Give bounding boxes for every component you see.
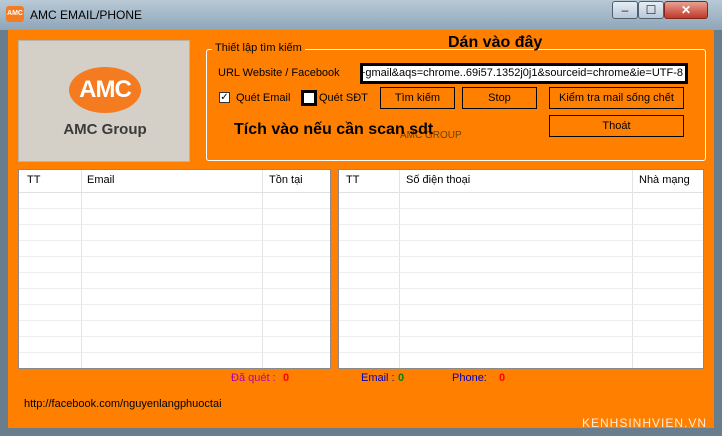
window-title: AMC EMAIL/PHONE <box>30 8 143 22</box>
brand-watermark: KENHSINHVIEN.VN <box>582 416 708 430</box>
stop-button[interactable]: Stop <box>462 87 537 109</box>
close-button[interactable]: ✕ <box>664 1 708 19</box>
phone-table-header: TT Số điện thoại Nhà mạng <box>339 170 703 193</box>
app-icon: AMC <box>6 6 24 22</box>
logo-mark: AMC <box>79 76 132 103</box>
email-col-tt[interactable]: TT <box>27 174 40 186</box>
paste-here-note: Dán vào đây <box>448 34 543 51</box>
logo-text: AMC Group <box>63 121 147 138</box>
email-count-value: 0 <box>398 372 405 384</box>
main-panel: AMC AMC Group Thiết lập tìm kiếm Dán vào… <box>8 30 714 430</box>
scan-email-label: Quét Email <box>236 92 291 104</box>
phone-count-value: 0 <box>499 372 506 384</box>
email-col-exists[interactable]: Tồn tại <box>269 174 303 186</box>
title-bar[interactable]: AMC AMC EMAIL/PHONE ‒ ☐ ✕ <box>0 0 722 30</box>
phone-table[interactable]: TT Số điện thoại Nhà mạng <box>338 169 704 369</box>
scan-phone-checkbox[interactable] <box>301 90 317 106</box>
search-settings-title: Thiết lập tìm kiếm <box>212 42 305 54</box>
phone-col-number[interactable]: Số điện thoại <box>406 174 470 186</box>
phone-col-tt[interactable]: TT <box>346 174 359 186</box>
search-button[interactable]: Tìm kiếm <box>380 87 455 109</box>
check-mail-button[interactable]: Kiểm tra mail sống chết <box>549 87 684 109</box>
email-count-label: Email : <box>361 372 395 384</box>
email-col-email[interactable]: Email <box>87 174 115 186</box>
tick-note: Tích vào nếu cần scan sdt <box>234 121 434 138</box>
logo-panel: AMC AMC Group <box>18 40 190 162</box>
facebook-link[interactable]: http://facebook.com/nguyenlangphuoctai <box>24 398 222 410</box>
phone-col-carrier[interactable]: Nhà mạng <box>639 174 690 186</box>
maximize-button[interactable]: ☐ <box>638 1 664 19</box>
exit-button[interactable]: Thoát <box>549 115 684 137</box>
phone-count-label: Phone: <box>452 372 487 384</box>
email-table-header: TT Email Tồn tại <box>19 170 330 193</box>
email-table[interactable]: TT Email Tồn tại <box>18 169 331 369</box>
minimize-button[interactable]: ‒ <box>612 1 638 19</box>
url-label: URL Website / Facebook <box>218 67 340 79</box>
url-input[interactable]: ist+gmail&aqs=chrome..69i57.1352j0j1&sou… <box>360 63 688 84</box>
scan-phone-label: Quét SĐT <box>319 92 368 104</box>
scan-email-checkbox[interactable]: ✓ <box>219 92 230 103</box>
scanned-count-value: 0 <box>283 372 290 384</box>
scanned-count-label: Đã quét : <box>231 372 276 384</box>
url-input-value: ist+gmail&aqs=chrome..69i57.1352j0j1&sou… <box>360 67 683 79</box>
